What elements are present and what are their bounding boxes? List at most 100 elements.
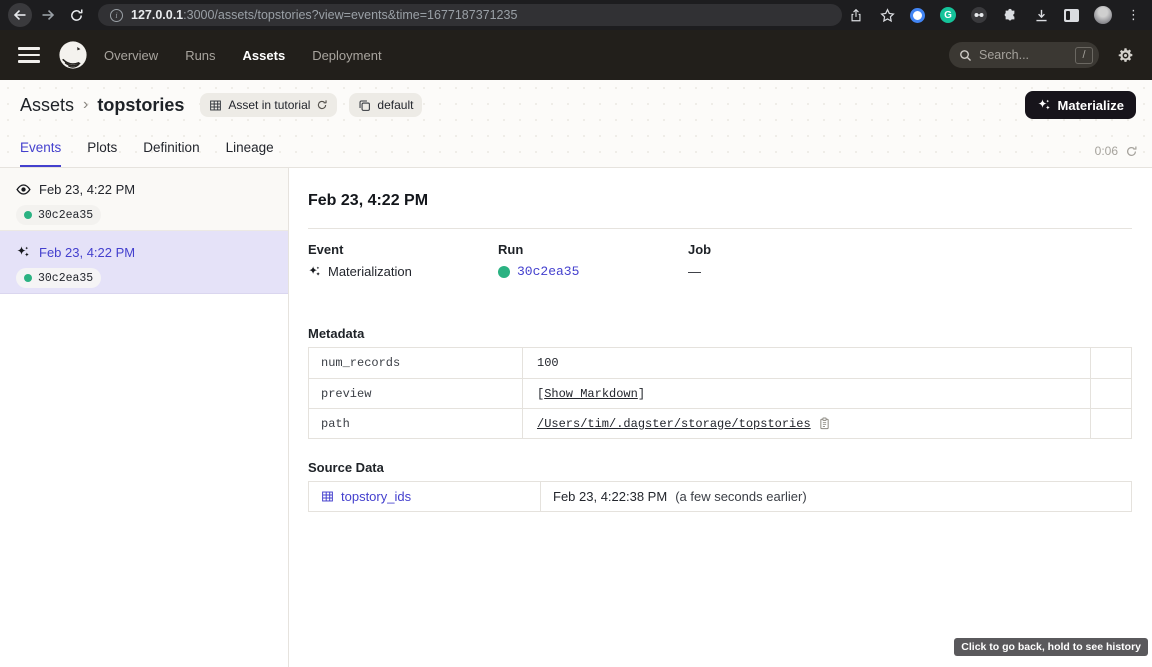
event-column-label: Event — [308, 242, 498, 257]
nav-item-runs[interactable]: Runs — [185, 48, 215, 63]
download-icon — [1034, 8, 1049, 23]
metadata-section-title: Metadata — [308, 326, 1132, 341]
reload-icon — [69, 8, 84, 23]
run-column: Run 30c2ea35 — [498, 242, 688, 279]
source-asset-link[interactable]: topstory_ids — [341, 489, 411, 504]
share-icon — [849, 8, 863, 23]
code-location-label: Asset in tutorial — [228, 98, 310, 112]
event-type-value: Materialization — [328, 264, 412, 279]
star-icon — [880, 8, 895, 23]
back-arrow-icon — [12, 7, 28, 23]
group-label: default — [377, 98, 413, 112]
extensions-button[interactable] — [1002, 7, 1018, 23]
goggles-extension-icon[interactable] — [971, 7, 987, 23]
breadcrumb-assets-link[interactable]: Assets — [20, 95, 74, 116]
run-tag[interactable]: 30c2ea35 — [16, 205, 101, 225]
app-nav-right: / — [949, 42, 1134, 68]
metadata-extra-cell — [1091, 348, 1131, 378]
browser-toolbar: i 127.0.0.1:3000/assets/topstories?view=… — [0, 0, 1152, 30]
reload-location-icon[interactable] — [316, 99, 328, 111]
table-grid-icon — [209, 99, 222, 112]
address-bar[interactable]: i 127.0.0.1:3000/assets/topstories?view=… — [98, 4, 842, 26]
event-list-item-observation[interactable]: Feb 23, 4:22 PM 30c2ea35 — [0, 168, 288, 231]
table-row: path /Users/tim/.dagster/storage/topstor… — [309, 408, 1131, 438]
clipboard-icon — [818, 417, 831, 430]
metadata-key: num_records — [309, 348, 523, 378]
asset-badges: Asset in tutorial default — [200, 93, 422, 117]
tab-plots[interactable]: Plots — [87, 140, 117, 167]
search-icon — [959, 49, 972, 62]
browser-back-tooltip: Click to go back, hold to see history — [954, 638, 1148, 656]
app-nav-links: Overview Runs Assets Deployment — [104, 48, 382, 63]
dagster-logo-icon — [58, 40, 88, 70]
event-list-item-materialization[interactable]: Feb 23, 4:22 PM 30c2ea35 — [0, 231, 288, 294]
bracket-close: ] — [638, 387, 645, 401]
run-tag[interactable]: 30c2ea35 — [16, 268, 101, 288]
divider — [308, 228, 1132, 229]
source-data-section-title: Source Data — [308, 460, 1132, 475]
run-status-dot — [24, 211, 32, 219]
refresh-now-button[interactable] — [1125, 145, 1138, 158]
materialize-button[interactable]: Materialize — [1025, 91, 1136, 119]
puzzle-icon — [1003, 8, 1017, 22]
share-button[interactable] — [848, 7, 864, 23]
browser-menu-button[interactable]: ⋮ — [1127, 8, 1140, 23]
metadata-extra-cell — [1091, 379, 1131, 408]
run-column-label: Run — [498, 242, 688, 257]
goggles-icon — [973, 9, 985, 21]
metadata-extra-cell — [1091, 409, 1131, 438]
path-link[interactable]: /Users/tim/.dagster/storage/topstories — [537, 417, 811, 431]
table-row: preview [Show Markdown] — [309, 378, 1131, 408]
search-input[interactable] — [979, 48, 1068, 62]
group-badge[interactable]: default — [349, 93, 422, 117]
event-list-sidebar: Feb 23, 4:22 PM 30c2ea35 Feb 23, 4:22 PM… — [0, 168, 289, 667]
tab-events[interactable]: Events — [20, 140, 61, 167]
table-row: topstory_ids Feb 23, 4:22:38 PM (a few s… — [309, 482, 1131, 511]
metadata-key: path — [309, 409, 523, 438]
event-summary-columns: Event Materialization Run 30c2ea35 Job — — [308, 242, 1132, 279]
nav-item-deployment[interactable]: Deployment — [312, 48, 381, 63]
asset-page-header: Assets › topstories Asset in tutorial de… — [0, 80, 1152, 168]
tab-definition[interactable]: Definition — [143, 140, 199, 167]
materialize-label: Materialize — [1058, 98, 1124, 113]
show-markdown-link[interactable]: Show Markdown — [544, 387, 638, 401]
dagster-logo[interactable] — [58, 40, 88, 70]
browser-back-button[interactable] — [8, 3, 32, 27]
downloads-button[interactable] — [1033, 7, 1049, 23]
refresh-icon — [1125, 145, 1138, 158]
hamburger-menu-button[interactable] — [18, 47, 40, 62]
table-row: num_records 100 — [309, 348, 1131, 378]
sparkles-icon — [308, 265, 321, 278]
copy-path-button[interactable] — [818, 417, 832, 431]
breadcrumb-row: Assets › topstories Asset in tutorial de… — [0, 80, 1152, 128]
nav-item-overview[interactable]: Overview — [104, 48, 158, 63]
source-asset-time: Feb 23, 4:22:38 PM — [553, 489, 667, 504]
site-info-icon[interactable]: i — [110, 9, 123, 22]
nav-item-assets[interactable]: Assets — [243, 48, 286, 63]
grammarly-extension-icon[interactable]: G — [940, 7, 956, 23]
password-extension-icon[interactable] — [910, 8, 925, 23]
bracket-open: [ — [537, 387, 544, 401]
metadata-table: num_records 100 preview [Show Markdown] … — [308, 347, 1132, 439]
global-search[interactable]: / — [949, 42, 1099, 68]
event-detail-panel: Feb 23, 4:22 PM Event Materialization Ru… — [289, 168, 1152, 667]
settings-gear-button[interactable] — [1117, 47, 1134, 64]
tab-lineage[interactable]: Lineage — [226, 140, 274, 167]
asset-tabs: Events Plots Definition Lineage — [20, 140, 274, 167]
event-time: Feb 23, 4:22 PM — [39, 245, 135, 260]
source-data-table: topstory_ids Feb 23, 4:22:38 PM (a few s… — [308, 481, 1132, 512]
browser-reload-button[interactable] — [64, 3, 88, 27]
eye-icon — [16, 182, 31, 197]
url-text: 127.0.0.1:3000/assets/topstories?view=ev… — [131, 8, 517, 22]
side-panel-button[interactable] — [1064, 9, 1079, 22]
run-status-dot — [24, 274, 32, 282]
profile-avatar[interactable] — [1094, 6, 1112, 24]
code-location-badge[interactable]: Asset in tutorial — [200, 93, 337, 117]
bookmark-button[interactable] — [879, 7, 895, 23]
run-id-link[interactable]: 30c2ea35 — [517, 264, 579, 279]
source-asset-note: (a few seconds earlier) — [675, 489, 807, 504]
breadcrumb-separator: › — [83, 96, 88, 114]
browser-forward-button[interactable] — [36, 3, 60, 27]
metadata-value: 100 — [537, 356, 559, 370]
forward-arrow-icon — [40, 7, 56, 23]
